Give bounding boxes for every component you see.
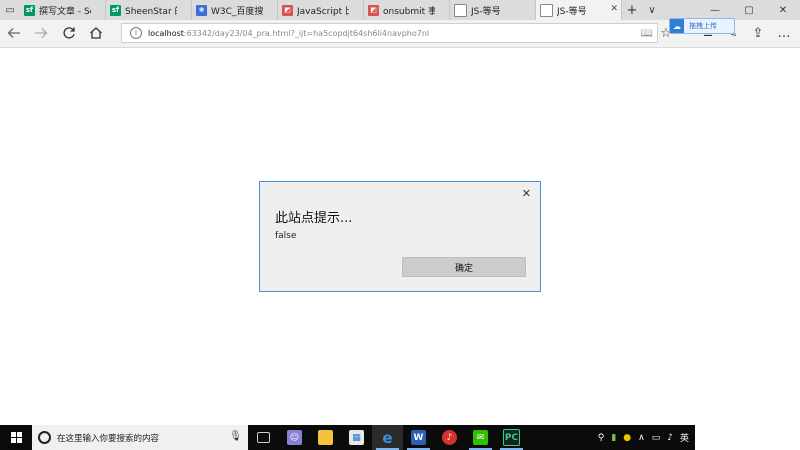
new-tab-button[interactable]: + [622,0,642,20]
taskbar-app-explorer[interactable] [310,425,341,450]
tab-preview-icon[interactable]: ▭ [0,0,20,20]
home-icon [90,27,102,39]
cortana-icon [38,431,51,444]
url-host: localhost [148,28,184,38]
search-placeholder: 在这里输入你要搜索的内容 [57,433,160,444]
cloud-upload-button[interactable]: ☁ 拖拽上传 [669,18,735,34]
taskbar-app-edge[interactable]: e [372,425,403,450]
taskbar-search-box[interactable]: 在这里输入你要搜索的内容 🎙 [32,425,248,450]
people-icon[interactable]: ⚲ [598,433,605,443]
store-bag-icon: ▦ [349,430,364,445]
alert-dialog: ✕ 此站点提示... false 确定 [259,181,541,292]
sf-logo-icon: sf [110,4,121,16]
taskbar-app-wechat[interactable]: ✉ [465,425,496,450]
taskbar-app-pycharm[interactable]: PC [496,425,527,450]
arrow-left-icon [7,28,20,38]
network-icon[interactable]: ▭ [652,433,661,443]
ime-indicator[interactable]: 英 [680,431,689,444]
tab-2[interactable]: sf SheenStar 的文章 [106,0,192,20]
more-icon[interactable]: … [776,24,792,42]
task-view-button[interactable] [248,425,279,450]
taskbar-app-word[interactable]: W [403,425,434,450]
windows-logo-icon [10,432,22,443]
baidu-paw-icon: ❀ [196,4,207,16]
music-icon: ♪ [442,430,457,445]
windows-taskbar: 在这里输入你要搜索的内容 🎙 ☺ ▦ e W ♪ ✉ PC ⚲ ▮ ● ∧ ▭ … [0,425,695,450]
ok-button[interactable]: 确定 [402,257,526,277]
refresh-button[interactable] [60,24,78,42]
start-button[interactable] [0,425,32,450]
dialog-title: 此站点提示... [275,211,353,226]
blank-page-icon [540,3,553,17]
task-view-icon [257,432,270,443]
blank-page-icon [454,3,467,17]
minimize-button[interactable]: — [698,0,732,20]
tab-list: sf 撰写文章 - Segm sf SheenStar 的文章 ❀ W3C_百度搜索 ◩ Ja… [20,0,622,20]
tab-6[interactable]: JS-等号 [450,0,536,20]
maximize-button[interactable]: ▢ [732,0,766,20]
wechat-icon: ✉ [473,430,488,445]
dialog-message: false [275,231,297,241]
tab-label: onsubmit 事件 [383,6,435,17]
tab-label: W3C_百度搜索 [211,6,263,17]
window-controls: — ▢ ✕ [698,0,800,20]
battery-icon[interactable]: ▮ [611,433,616,443]
arrow-right-icon [35,28,48,38]
tab-label: JavaScript 比较和 [297,6,349,17]
tab-1[interactable]: sf 撰写文章 - Segm [20,0,106,20]
taskbar-app-netease-music[interactable]: ♪ [434,425,465,450]
show-hidden-icons-icon[interactable]: ∧ [638,433,645,443]
tab-7[interactable]: JS-等号 ✕ [536,0,622,20]
reading-view-icon[interactable]: 📖 [641,28,653,39]
tab-5[interactable]: ◩ onsubmit 事件 [364,0,450,20]
w3school-icon: ◩ [368,4,379,16]
sf-logo-icon: sf [24,4,35,16]
tab-label: JS-等号 [557,6,587,17]
share-icon[interactable]: ⇪ [750,24,766,42]
taskbar-app-store[interactable]: ▦ [341,425,372,450]
word-icon: W [411,430,426,445]
address-bar[interactable]: i localhost:63342/day23/04_pra.html?_ijt… [121,23,658,43]
url-path: :63342/day23/04_pra.html?_ijt=ha5copdjt6… [183,28,430,38]
w3school-icon: ◩ [282,4,293,16]
tab-strip: ▭ sf 撰写文章 - Segm sf SheenStar 的文章 ❀ W3C_百度搜索 ◩… [0,0,800,20]
forward-button[interactable] [32,24,50,42]
close-window-button[interactable]: ✕ [766,0,800,20]
refresh-icon [63,27,75,39]
system-tray: ⚲ ▮ ● ∧ ▭ ♪ 英 [598,425,689,450]
volume-icon[interactable]: ♪ [667,433,673,443]
back-button[interactable] [5,24,23,42]
edge-browser-icon: e [382,428,393,447]
site-info-icon[interactable]: i [130,27,142,39]
pycharm-icon: PC [503,429,520,446]
tab-4[interactable]: ◩ JavaScript 比较和 [278,0,364,20]
cloud-upload-label: 拖拽上传 [689,22,717,30]
chevron-down-icon[interactable]: ∨ [642,0,662,20]
taskbar-app-avatar[interactable]: ☺ [279,425,310,450]
tab-label: JS-等号 [471,6,501,17]
microphone-icon[interactable]: 🎙 [229,431,242,442]
folder-icon [318,430,333,445]
profile-app-icon: ☺ [287,430,302,445]
tray-app-icon[interactable]: ● [623,433,631,443]
tab-label: 撰写文章 - Segm [39,6,91,17]
tab-3[interactable]: ❀ W3C_百度搜索 [192,0,278,20]
cloud-icon: ☁ [670,19,684,33]
close-icon[interactable]: ✕ [522,187,531,200]
home-button[interactable] [87,24,105,42]
tab-label: SheenStar 的文章 [125,6,177,17]
close-tab-icon[interactable]: ✕ [610,4,618,14]
